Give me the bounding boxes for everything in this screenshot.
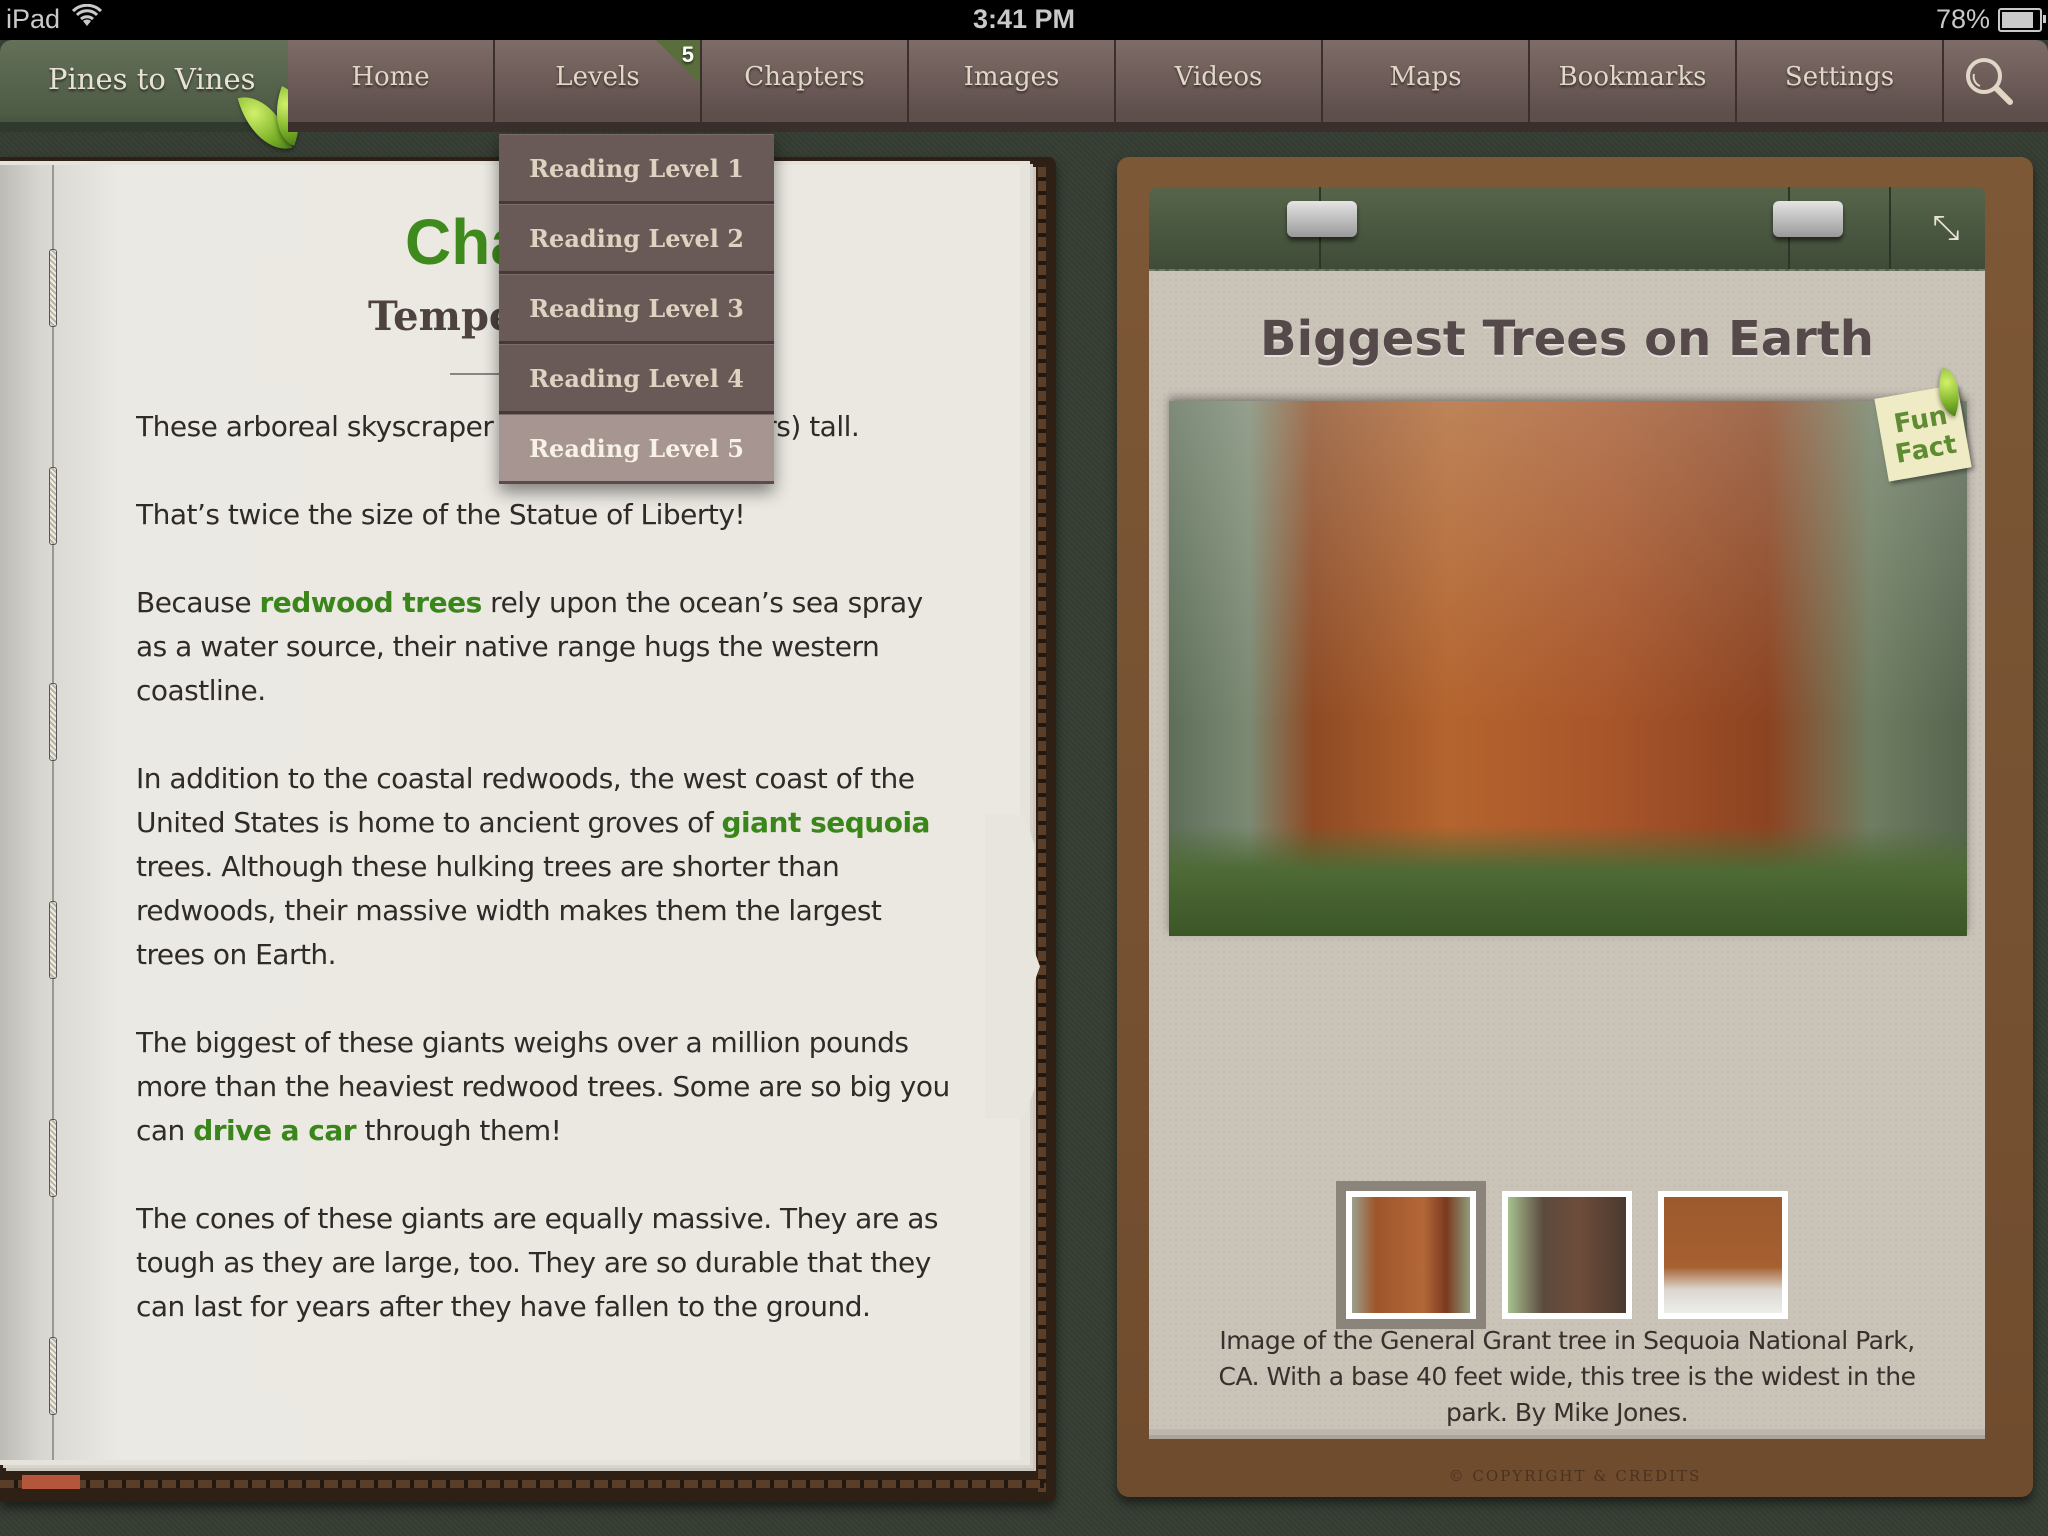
nav-chapters[interactable]: Chapters — [702, 40, 909, 132]
fun-fact-clipboard: ⤡ Biggest Trees on Earth Fun Fact Image … — [1117, 157, 2033, 1497]
paragraph: Because redwood trees rely upon the ocea… — [136, 581, 956, 713]
nav-home[interactable]: Home — [288, 40, 495, 132]
fact-title: Biggest Trees on Earth — [1260, 311, 1874, 367]
binding-thread — [49, 1337, 57, 1415]
search-icon — [1966, 58, 2013, 105]
chapter-subtitle: Tempe — [368, 293, 515, 340]
paragraph: The biggest of these giants weighs over … — [136, 1021, 956, 1153]
spine-line — [52, 165, 54, 1460]
paragraph-text: Because — [136, 586, 260, 619]
nav-maps-label: Maps — [1389, 62, 1462, 92]
clipboard-clip: ⤡ — [1149, 187, 1985, 271]
glossary-link[interactable]: drive a car — [193, 1114, 356, 1147]
nav-maps[interactable]: Maps — [1323, 40, 1530, 132]
clip-divider — [1889, 187, 1891, 269]
copyright-credits-link[interactable]: © COPYRIGHT & CREDITS — [1117, 1467, 2033, 1485]
paragraph-text: These arboreal skyscraper — [136, 410, 494, 443]
binding-thread — [49, 1119, 57, 1197]
paragraph: The cones of these giants are equally ma… — [136, 1197, 956, 1329]
binding-thread — [49, 249, 57, 327]
book-stitching — [1038, 167, 1046, 1492]
nav-chapters-label: Chapters — [744, 62, 865, 92]
nav-images-label: Images — [963, 62, 1060, 92]
book-stitching — [0, 1480, 1044, 1488]
nav-levels-label: Levels — [555, 62, 640, 92]
thumbnail-2[interactable] — [1502, 1191, 1632, 1319]
paragraph: That’s twice the size of the Statue of L… — [136, 493, 956, 537]
paragraph: In addition to the coastal redwoods, the… — [136, 757, 956, 977]
nav-bookmarks[interactable]: Bookmarks — [1530, 40, 1737, 132]
battery-percent: 78% — [1935, 4, 1990, 34]
nav-videos-label: Videos — [1174, 62, 1263, 92]
brand-home-button[interactable]: Pines to Vines — [0, 40, 312, 159]
reading-level-4-option[interactable]: Reading Level 4 — [499, 344, 774, 414]
paragraph-text: That’s twice the size of the Statue of L… — [136, 498, 746, 531]
thumbnail-strip — [1149, 1181, 1985, 1329]
paragraph-text: The cones of these giants are equally ma… — [136, 1202, 939, 1323]
levels-badge-count: 5 — [681, 42, 694, 67]
nav-settings-label: Settings — [1784, 62, 1895, 92]
status-bar: iPad 3:41 PM 78% — [0, 0, 2048, 40]
photo-ground — [1169, 826, 1967, 936]
glossary-link[interactable]: giant sequoia — [721, 806, 930, 839]
clip-ring — [1287, 201, 1357, 237]
reading-level-2-option[interactable]: Reading Level 2 — [499, 204, 774, 274]
binding-thread — [49, 901, 57, 979]
levels-dropdown-menu: Reading Level 1 Reading Level 2 Reading … — [499, 134, 774, 484]
search-button[interactable] — [1944, 40, 2034, 132]
nav-videos[interactable]: Videos — [1116, 40, 1323, 132]
nav-home-label: Home — [351, 62, 430, 92]
binding-thread — [49, 683, 57, 761]
main-photo[interactable] — [1169, 401, 1967, 936]
thumbnail-1[interactable] — [1336, 1181, 1486, 1329]
clipboard-sheet: Biggest Trees on Earth Fun Fact Image of… — [1149, 271, 1985, 1429]
paragraph-text: trees. Although these hulking trees are … — [136, 850, 882, 971]
reading-level-1-option[interactable]: Reading Level 1 — [499, 134, 774, 204]
nav-bookmarks-label: Bookmarks — [1558, 62, 1707, 92]
nav-settings[interactable]: Settings — [1737, 40, 1944, 132]
expand-icon[interactable]: ⤡ — [1921, 203, 1971, 253]
top-nav: Pines to Vines Home Levels 5 Chapters Im… — [0, 40, 2048, 159]
glossary-link[interactable]: redwood trees — [259, 586, 482, 619]
nav-levels[interactable]: Levels 5 — [495, 40, 702, 132]
reading-level-5-option[interactable]: Reading Level 5 — [499, 414, 774, 484]
photo-caption: Image of the General Grant tree in Sequo… — [1218, 1326, 1916, 1427]
binding-thread — [49, 467, 57, 545]
bookmark-ribbon[interactable] — [22, 1475, 80, 1489]
page-turn-tab[interactable] — [985, 814, 1040, 1119]
reading-level-3-option[interactable]: Reading Level 3 — [499, 274, 774, 344]
nav-images[interactable]: Images — [909, 40, 1116, 132]
chapter-body: These arboreal skyscraper 400 feet (122 … — [136, 405, 956, 1395]
clock: 3:41 PM — [972, 4, 1076, 34]
paragraph-text: through them! — [356, 1114, 562, 1147]
clip-ring — [1773, 201, 1843, 237]
battery-icon — [1998, 7, 2046, 32]
thumbnail-3[interactable] — [1658, 1191, 1788, 1319]
brand-title: Pines to Vines — [48, 62, 256, 96]
